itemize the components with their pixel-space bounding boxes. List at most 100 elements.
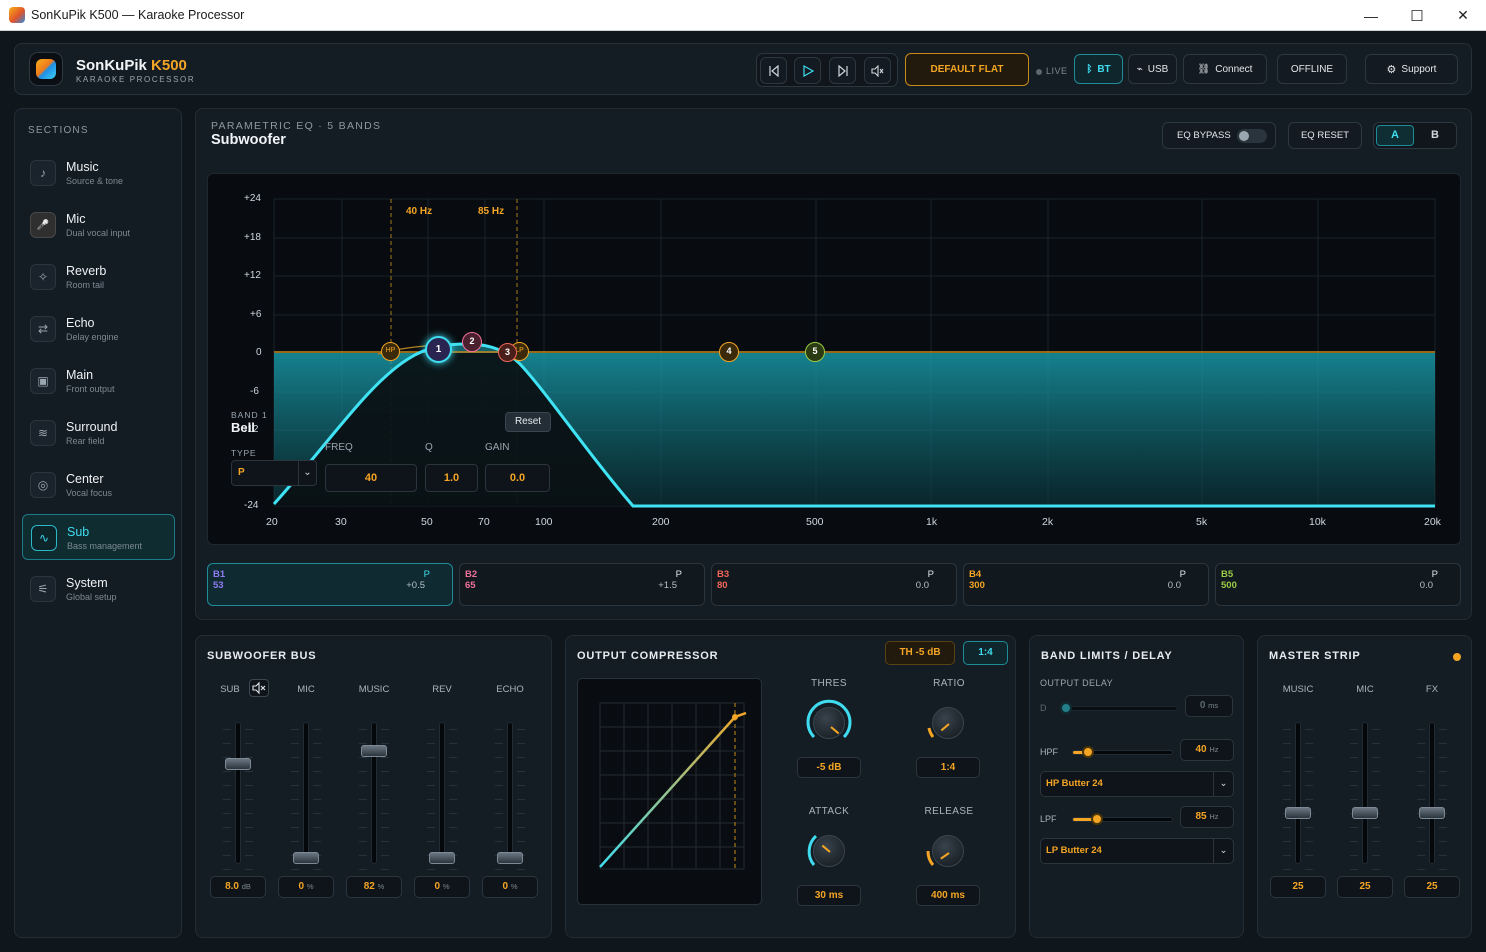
band-label: BAND 1 bbox=[231, 410, 268, 420]
fader-handle[interactable] bbox=[1285, 806, 1311, 819]
play-button[interactable] bbox=[794, 57, 821, 84]
fader-handle[interactable] bbox=[1352, 806, 1378, 819]
fader-value[interactable]: 0 % bbox=[414, 876, 470, 898]
fader-handle[interactable] bbox=[293, 852, 319, 864]
sidebar-item-label: Mic bbox=[66, 212, 86, 226]
chevron-down-icon: ⌄ bbox=[298, 461, 316, 485]
link-icon: ⛓ bbox=[1197, 63, 1211, 75]
usb-icon: ⌁ bbox=[1136, 63, 1143, 75]
offline-button[interactable]: OFFLINE bbox=[1277, 54, 1347, 84]
delay-slider[interactable] bbox=[1060, 702, 1178, 714]
prev-track-button[interactable] bbox=[760, 57, 787, 84]
fader-value[interactable]: 25 bbox=[1337, 876, 1393, 898]
knob-body bbox=[813, 707, 845, 739]
eq-node-4[interactable]: 4 bbox=[719, 342, 739, 362]
toggle-switch[interactable] bbox=[1237, 129, 1267, 143]
eq-node-3[interactable]: 3 bbox=[498, 343, 517, 362]
fader-handle[interactable] bbox=[497, 852, 523, 864]
fader-value[interactable]: 0 % bbox=[278, 876, 334, 898]
minimize-button[interactable]: — bbox=[1348, 0, 1394, 31]
sidebar-item-surround[interactable]: ≋ Surround Rear field bbox=[22, 410, 175, 456]
connect-button[interactable]: ⛓ Connect bbox=[1183, 54, 1267, 84]
usb-button[interactable]: ⌁ USB bbox=[1128, 54, 1177, 84]
fader-value[interactable]: 8.0 dB bbox=[210, 876, 266, 898]
delay-value[interactable]: 0 ms bbox=[1185, 695, 1233, 717]
reset-tooltip[interactable]: Reset bbox=[505, 412, 551, 432]
freq-input[interactable]: 40 bbox=[325, 464, 417, 492]
ratio-value[interactable]: 1:4 bbox=[916, 757, 980, 778]
fader-track[interactable] bbox=[507, 722, 513, 864]
sidebar-item-echo[interactable]: ⇄ Echo Delay engine bbox=[22, 306, 175, 352]
attack-knob[interactable] bbox=[804, 826, 854, 876]
eq-bypass-toggle[interactable]: EQ BYPASS bbox=[1162, 122, 1276, 149]
fader-track[interactable] bbox=[439, 722, 445, 864]
eq-node-hp[interactable]: HP bbox=[381, 342, 400, 361]
release-value[interactable]: 400 ms bbox=[916, 885, 980, 906]
fader-track[interactable] bbox=[303, 722, 309, 864]
band-gain: 0.0 bbox=[1419, 580, 1433, 591]
eq-graph[interactable]: +24 +18 +12 +6 0 -6 -12 -24 20 30 50 70 … bbox=[207, 173, 1461, 545]
fader-track[interactable] bbox=[1295, 722, 1301, 864]
fader-handle[interactable] bbox=[225, 758, 251, 771]
fader-label: FX bbox=[1425, 684, 1439, 695]
attack-label: ATTACK bbox=[808, 806, 850, 817]
fader-track[interactable] bbox=[1429, 722, 1435, 864]
hpf-value[interactable]: 40 Hz bbox=[1180, 739, 1234, 761]
fader-track[interactable] bbox=[1362, 722, 1368, 864]
mute-button[interactable] bbox=[864, 57, 891, 84]
q-input[interactable]: 1.0 bbox=[425, 464, 478, 492]
bluetooth-button[interactable]: ᛒ BT bbox=[1074, 54, 1123, 84]
ab-a-button[interactable]: A bbox=[1376, 125, 1414, 146]
lpf-type-select[interactable]: LP Butter 24 ⌄ bbox=[1040, 838, 1234, 864]
ab-b-button[interactable]: B bbox=[1416, 125, 1454, 146]
fader-handle[interactable] bbox=[429, 852, 455, 864]
band-card-1[interactable]: B1 53 P +0.5 bbox=[207, 563, 453, 606]
hpf-slider[interactable] bbox=[1072, 746, 1173, 758]
band-card-3[interactable]: B3 80 P 0.0 bbox=[711, 563, 957, 606]
sidebar-item-reverb[interactable]: ✧ Reverb Room tail bbox=[22, 254, 175, 300]
thres-knob[interactable] bbox=[804, 698, 854, 748]
lpf-slider[interactable] bbox=[1072, 813, 1173, 825]
fader-value[interactable]: 25 bbox=[1404, 876, 1460, 898]
eq-node-1[interactable]: 1 bbox=[425, 336, 452, 363]
support-button[interactable]: ⚙ Support bbox=[1365, 54, 1458, 84]
ratio-knob[interactable] bbox=[923, 698, 973, 748]
slider-thumb[interactable] bbox=[1091, 813, 1103, 825]
fader-track[interactable] bbox=[371, 722, 377, 864]
fader-value[interactable]: 82 % bbox=[346, 876, 402, 898]
fader-track[interactable] bbox=[235, 722, 241, 864]
gain-input[interactable]: 0.0 bbox=[485, 464, 550, 492]
band-card-5[interactable]: B5 500 P 0.0 bbox=[1215, 563, 1461, 606]
band-card-4[interactable]: B4 300 P 0.0 bbox=[963, 563, 1209, 606]
lifebuoy-icon: ⚙ bbox=[1386, 63, 1397, 76]
sub-mute-icon[interactable] bbox=[249, 679, 269, 697]
release-knob[interactable] bbox=[923, 826, 973, 876]
eq-reset-button[interactable]: EQ RESET bbox=[1288, 122, 1362, 149]
attack-value[interactable]: 30 ms bbox=[797, 885, 861, 906]
type-select[interactable]: P ⌄ bbox=[231, 460, 317, 486]
next-track-button[interactable] bbox=[829, 57, 856, 84]
sidebar-item-mic[interactable]: 🎤 Mic Dual vocal input bbox=[22, 202, 175, 248]
thres-value[interactable]: -5 dB bbox=[797, 757, 861, 778]
sidebar-item-center[interactable]: ◎ Center Vocal focus bbox=[22, 462, 175, 508]
eq-node-2[interactable]: 2 bbox=[462, 332, 482, 352]
slider-thumb[interactable] bbox=[1082, 746, 1094, 758]
slider-thumb[interactable] bbox=[1060, 702, 1072, 714]
preset-button[interactable]: DEFAULT FLAT bbox=[905, 53, 1029, 86]
lpf-value[interactable]: 85 Hz bbox=[1180, 806, 1234, 828]
sidebar-item-system[interactable]: ⚟ System Global setup bbox=[22, 566, 175, 612]
fader-handle[interactable] bbox=[1419, 806, 1445, 819]
sidebar-item-main[interactable]: ▣ Main Front output bbox=[22, 358, 175, 404]
sidebar-item-music[interactable]: ♪ Music Source & tone bbox=[22, 150, 175, 196]
fader-value[interactable]: 25 bbox=[1270, 876, 1326, 898]
eq-node-5[interactable]: 5 bbox=[805, 342, 825, 362]
fader-value[interactable]: 0 % bbox=[482, 876, 538, 898]
sidebar-item-sub[interactable]: ∿ Sub Bass management bbox=[22, 514, 175, 560]
band-card-2[interactable]: B2 65 P +1.5 bbox=[459, 563, 705, 606]
fader-handle[interactable] bbox=[361, 745, 387, 758]
close-button[interactable]: ✕ bbox=[1440, 0, 1486, 31]
knob-body bbox=[932, 707, 964, 739]
hpf-type-select[interactable]: HP Butter 24 ⌄ bbox=[1040, 771, 1234, 797]
maximize-button[interactable]: ☐ bbox=[1394, 0, 1440, 31]
hpf-unit: Hz bbox=[1209, 745, 1219, 754]
